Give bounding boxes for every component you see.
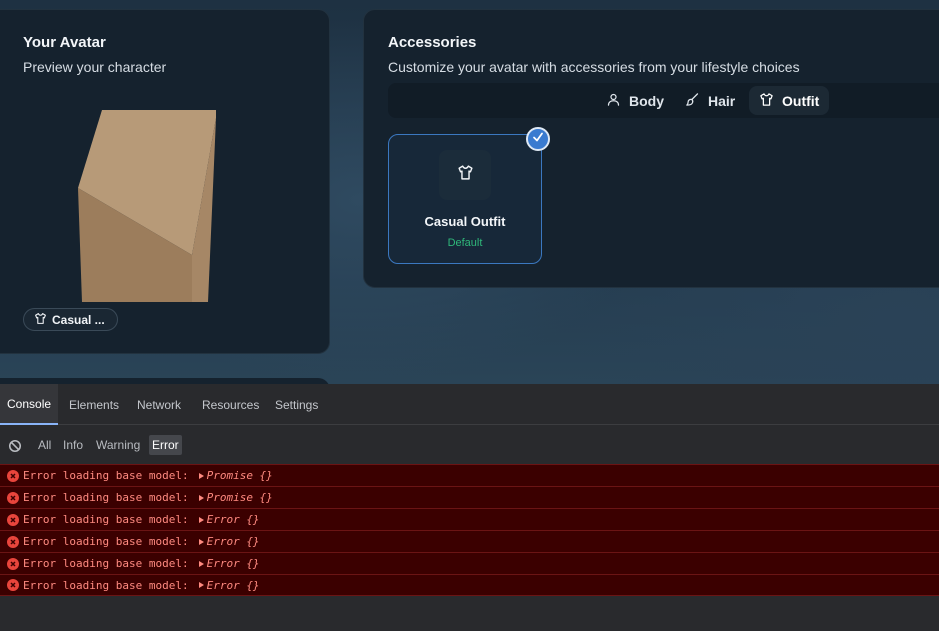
- log-entry: Error loading base model: Promise {}: [0, 486, 939, 508]
- log-object[interactable]: Promise {}: [207, 491, 273, 504]
- avatar-panel-title: Your Avatar: [23, 34, 106, 51]
- accessory-category-tabs: Body Hair Outfit: [388, 83, 939, 118]
- item-thumbnail: [439, 150, 491, 200]
- avatar-panel: Your Avatar Preview your character Casua…: [0, 9, 330, 354]
- log-entry: Error loading base model: Error {}: [0, 508, 939, 530]
- log-message: Error loading base model:: [23, 513, 189, 526]
- accessories-panel: Accessories Customize your avatar with a…: [363, 9, 939, 288]
- log-message: Error loading base model:: [23, 578, 189, 592]
- expand-triangle-icon[interactable]: [198, 472, 204, 479]
- expand-triangle-icon[interactable]: [198, 560, 204, 567]
- log-entry: Error loading base model: Promise {}: [0, 464, 939, 486]
- log-message: Error loading base model:: [23, 469, 189, 482]
- current-outfit-label: Casual ...: [52, 312, 105, 327]
- tab-elements[interactable]: Elements: [62, 384, 126, 425]
- devtools-panel: Console Elements Network Resources Setti…: [0, 384, 939, 631]
- filter-error[interactable]: Error: [149, 435, 182, 455]
- accessories-panel-title: Accessories: [388, 34, 477, 51]
- error-icon: [7, 491, 19, 504]
- tab-body[interactable]: Body: [596, 86, 674, 115]
- log-object[interactable]: Error {}: [207, 579, 260, 592]
- error-icon: [7, 535, 19, 548]
- expand-triangle-icon[interactable]: [198, 582, 204, 588]
- tab-body-label: Body: [629, 92, 664, 109]
- console-log-list: Error loading base model: Promise {} Err…: [0, 464, 939, 596]
- expand-triangle-icon[interactable]: [198, 538, 204, 545]
- clear-console-icon[interactable]: [8, 439, 22, 453]
- filter-all[interactable]: All: [35, 435, 54, 455]
- console-filter-bar: All Info Warning Error: [0, 426, 939, 464]
- error-icon: [7, 557, 19, 570]
- tab-resources[interactable]: Resources: [195, 384, 266, 425]
- tab-hair[interactable]: Hair: [675, 86, 745, 115]
- item-tag: Default: [447, 237, 483, 249]
- log-object[interactable]: Error {}: [207, 557, 260, 570]
- selected-check-badge: [526, 127, 550, 151]
- user-icon: [606, 92, 621, 110]
- filter-warning[interactable]: Warning: [93, 435, 143, 455]
- log-entry: Error loading base model: Error {}: [0, 530, 939, 552]
- expand-triangle-icon[interactable]: [198, 516, 204, 523]
- tab-hair-label: Hair: [708, 92, 736, 109]
- error-icon: [7, 513, 19, 526]
- log-object[interactable]: Error {}: [207, 535, 260, 548]
- error-icon: [7, 469, 19, 482]
- checkmark-icon: [532, 130, 544, 148]
- devtools-tabs: Console Elements Network Resources Setti…: [0, 384, 939, 425]
- log-message: Error loading base model:: [23, 535, 189, 548]
- expand-triangle-icon[interactable]: [198, 494, 204, 501]
- log-entry: Error loading base model: Error {}: [0, 552, 939, 574]
- brush-icon: [685, 92, 700, 110]
- accessories-panel-subtitle: Customize your avatar with accessories f…: [388, 59, 800, 75]
- shirt-icon: [457, 164, 474, 186]
- log-entry: Error loading base model: Error {}: [0, 574, 939, 596]
- shirt-icon: [34, 312, 47, 328]
- tab-outfit[interactable]: Outfit: [749, 86, 830, 115]
- tab-network[interactable]: Network: [130, 384, 188, 425]
- error-icon: [7, 579, 19, 591]
- log-message: Error loading base model:: [23, 491, 189, 504]
- current-outfit-chip[interactable]: Casual ...: [23, 308, 118, 331]
- log-object[interactable]: Promise {}: [207, 469, 273, 482]
- avatar-panel-subtitle: Preview your character: [23, 59, 167, 75]
- tab-outfit-label: Outfit: [782, 92, 820, 109]
- accessory-item-casual-outfit[interactable]: Casual Outfit Default: [388, 127, 550, 264]
- filter-info[interactable]: Info: [60, 435, 86, 455]
- shirt-icon: [759, 92, 774, 110]
- log-message: Error loading base model:: [23, 557, 189, 570]
- tab-settings[interactable]: Settings: [268, 384, 325, 425]
- avatar-model-render: [78, 100, 248, 302]
- item-name: Casual Outfit: [424, 214, 506, 229]
- tab-console[interactable]: Console: [0, 384, 59, 425]
- log-object[interactable]: Error {}: [207, 513, 260, 526]
- avatar-3d-preview[interactable]: [78, 100, 248, 302]
